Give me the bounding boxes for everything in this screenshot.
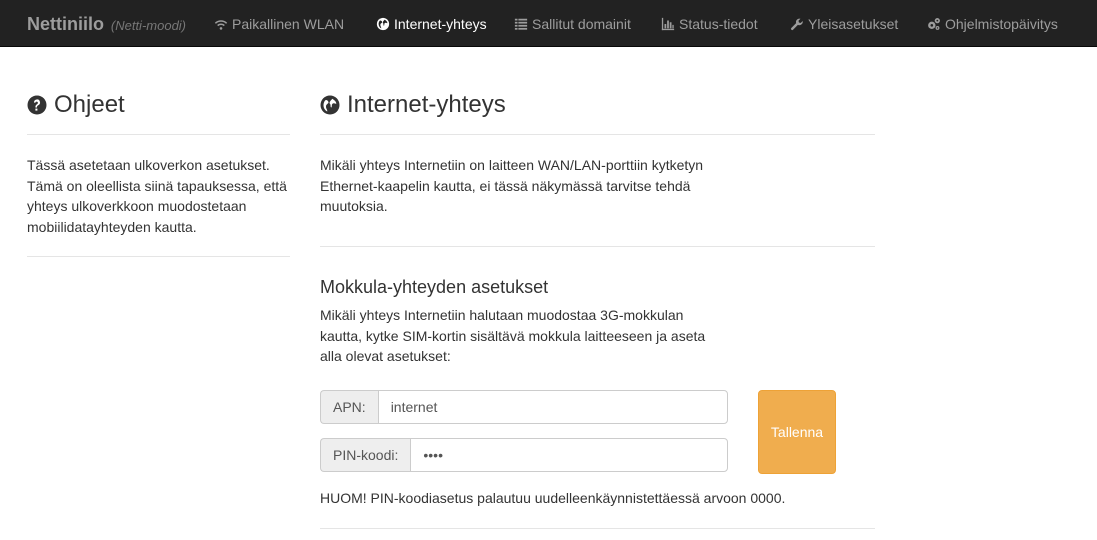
globe-icon xyxy=(376,17,390,31)
nav-item-yleisasetukset[interactable]: Yleisasetukset xyxy=(790,14,898,34)
nav-label: Internet-yhteys xyxy=(394,16,487,32)
wrench-icon xyxy=(790,17,804,31)
nav-item-sallitut-domainit[interactable]: Sallitut domainit xyxy=(514,14,631,34)
brand-name: Nettiniilo xyxy=(27,14,104,34)
divider xyxy=(320,528,875,529)
nav-item-paikallinen-wlan[interactable]: Paikallinen WLAN xyxy=(214,14,344,34)
pin-label: PIN-koodi: xyxy=(320,438,411,472)
bar-chart-icon xyxy=(661,17,675,31)
section-title: Mokkula-yhteyden asetukset xyxy=(320,277,549,297)
save-button[interactable]: Tallenna xyxy=(758,390,836,474)
nav-label: Yleisasetukset xyxy=(808,16,899,32)
divider xyxy=(320,134,875,135)
help-text: Tässä asetetaan ulkoverkon asetukset. Tä… xyxy=(27,157,287,235)
pin-input-group: PIN-koodi: xyxy=(320,438,728,472)
help-heading: Ohjeet xyxy=(27,88,125,122)
brand[interactable]: Nettiniilo (Netti-moodi) xyxy=(27,12,186,38)
wifi-icon xyxy=(214,17,228,31)
apn-label: APN: xyxy=(320,390,378,424)
nav-label: Sallitut domainit xyxy=(532,16,631,32)
divider xyxy=(27,256,290,257)
apn-field[interactable] xyxy=(377,390,728,424)
pin-field[interactable] xyxy=(410,438,728,472)
nav-item-status-tiedot[interactable]: Status-tiedot xyxy=(661,14,758,34)
pin-reset-note: HUOM! PIN-koodiasetus palautuu uudelleen… xyxy=(320,490,786,506)
globe-icon xyxy=(320,95,340,115)
page-title-text: Internet-yhteys xyxy=(347,91,506,118)
apn-input-group: APN: xyxy=(320,390,728,424)
divider xyxy=(320,246,875,247)
section-text: Mikäli yhteys Internetiin halutaan muodo… xyxy=(320,307,706,364)
nav-label: Status-tiedot xyxy=(679,16,758,32)
nav-label: Paikallinen WLAN xyxy=(232,16,345,32)
nav-label: Ohjelmistopäivitys xyxy=(945,16,1058,32)
nav-item-internet-yhteys[interactable]: Internet-yhteys xyxy=(376,14,487,34)
page-title: Internet-yhteys xyxy=(320,88,506,122)
top-navbar: Nettiniilo (Netti-moodi) Paikallinen WLA… xyxy=(0,0,1097,47)
cogs-icon xyxy=(927,17,941,31)
help-title: Ohjeet xyxy=(54,91,125,118)
brand-subtitle: (Netti-moodi) xyxy=(110,18,187,33)
nav-item-ohjelmistopaivitys[interactable]: Ohjelmistopäivitys xyxy=(927,14,1058,34)
list-icon xyxy=(514,17,528,31)
divider xyxy=(27,134,290,135)
intro-text: Mikäli yhteys Internetiin on laitteen WA… xyxy=(320,157,704,214)
question-circle-icon xyxy=(27,95,47,115)
